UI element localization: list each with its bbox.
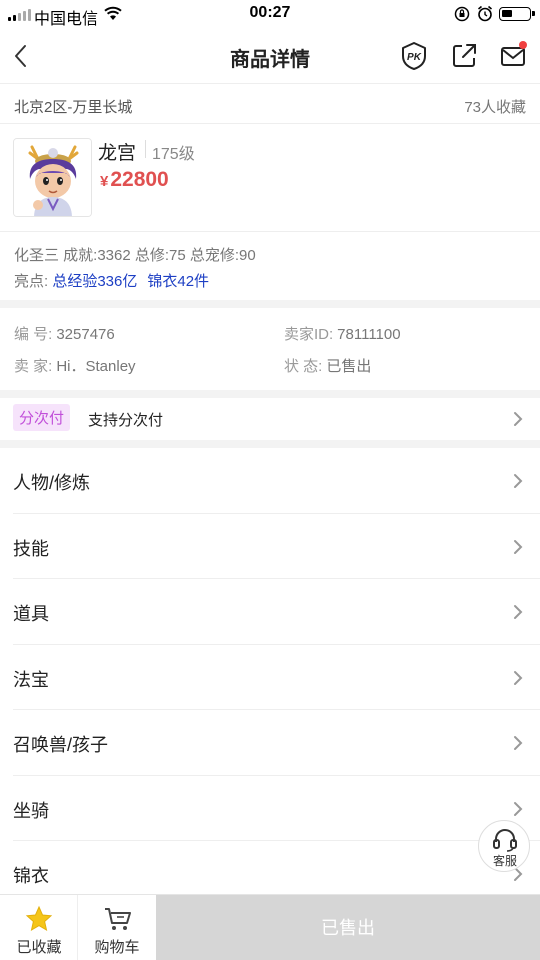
seller-id-value: 78111100 bbox=[337, 326, 401, 343]
status-label: 状 态: bbox=[284, 358, 323, 375]
bottom-action-bar: 已收藏 购物车 已售出 bbox=[0, 894, 540, 960]
chevron-right-icon bbox=[514, 670, 523, 685]
currency-symbol: ¥ bbox=[100, 173, 109, 190]
highlight-tag[interactable]: 总经验336亿 bbox=[52, 273, 137, 290]
sold-out-button[interactable]: 已售出 bbox=[156, 895, 540, 960]
section-divider bbox=[0, 300, 540, 308]
unread-dot bbox=[519, 41, 527, 49]
installment-row[interactable]: 分次付 支持分次付 bbox=[0, 398, 540, 440]
cart-label: 购物车 bbox=[94, 939, 140, 956]
menu-item-treasures[interactable]: 法宝 bbox=[13, 645, 540, 710]
section-divider bbox=[0, 390, 540, 398]
chevron-right-icon bbox=[514, 736, 523, 750]
chevron-right-icon bbox=[514, 412, 523, 426]
installment-badge: 分次付 bbox=[13, 404, 71, 431]
highlights: 亮点: 总经验336亿 锦衣42件 bbox=[14, 270, 219, 291]
rotation-lock-icon bbox=[454, 6, 470, 22]
highlights-label: 亮点: bbox=[14, 273, 49, 290]
favorite-count: 73人收藏 bbox=[464, 99, 526, 116]
customer-service-label: 客服 bbox=[492, 854, 517, 868]
menu-item-label: 坐骑 bbox=[13, 800, 49, 821]
status-value: 已售出 bbox=[326, 358, 372, 375]
seller: 卖 家: Hi．Stanley bbox=[14, 355, 136, 376]
chevron-right-icon bbox=[514, 605, 523, 619]
listing-info: 编 号: 3257476 卖家ID: 78111100 卖 家: Hi．Stanley… bbox=[0, 308, 540, 390]
favorite-button[interactable]: 已收藏 bbox=[0, 895, 78, 960]
installment-text: 支持分次付 bbox=[88, 412, 164, 429]
nav-bar: 商品详情 PK bbox=[0, 28, 540, 84]
chevron-right-icon bbox=[514, 539, 523, 554]
price-value: 22800 bbox=[110, 168, 169, 191]
menu-item-label: 技能 bbox=[13, 538, 49, 559]
character-level: 175级 bbox=[152, 146, 195, 163]
product-summary: 龙宫 175级 ¥22800 bbox=[0, 124, 540, 232]
star-icon bbox=[25, 905, 53, 932]
cart-button[interactable]: 购物车 bbox=[78, 895, 156, 960]
chevron-right-icon bbox=[514, 801, 523, 816]
highlight-tag[interactable]: 锦衣42件 bbox=[147, 273, 209, 290]
listing-id-label: 编 号: bbox=[14, 326, 53, 343]
seller-id: 卖家ID: 78111100 bbox=[284, 323, 401, 344]
section-divider bbox=[0, 440, 540, 448]
attribute-summary: 化圣三 成就:3362 总修:75 总宠修:90 bbox=[14, 247, 256, 264]
seller-name: Hi．Stanley bbox=[56, 358, 136, 375]
character-avatar[interactable] bbox=[13, 138, 92, 217]
seller-label: 卖 家: bbox=[14, 358, 53, 375]
headset-icon bbox=[493, 829, 517, 852]
menu-item-label: 召唤兽/孩子 bbox=[13, 735, 109, 755]
menu-item-label: 锦衣 bbox=[13, 866, 49, 886]
share-icon[interactable] bbox=[448, 40, 480, 72]
pk-icon[interactable]: PK bbox=[398, 40, 430, 72]
battery-icon bbox=[499, 7, 535, 21]
seller-id-label: 卖家ID: bbox=[284, 326, 334, 343]
chevron-right-icon bbox=[514, 474, 523, 488]
customer-service-button[interactable]: 客服 bbox=[478, 820, 530, 872]
menu-item-label: 人物/修炼 bbox=[13, 473, 91, 493]
divider bbox=[145, 140, 146, 158]
listing-id-value: 3257476 bbox=[56, 326, 115, 343]
server-info: 北京2区-万里长城 73人收藏 bbox=[0, 84, 540, 124]
menu-item-label: 法宝 bbox=[13, 669, 49, 690]
menu-item-character-training[interactable]: 人物/修炼 bbox=[13, 448, 540, 514]
listing-status: 状 态: 已售出 bbox=[284, 355, 371, 376]
svg-text:PK: PK bbox=[407, 52, 422, 63]
detail-menu: 人物/修炼 技能 道具 法宝 召唤兽/孩子 坐骑 锦衣 bbox=[0, 448, 540, 907]
menu-item-mounts[interactable]: 坐骑 bbox=[13, 776, 540, 841]
character-class: 龙宫 bbox=[98, 143, 137, 164]
menu-item-items[interactable]: 道具 bbox=[13, 579, 540, 645]
alarm-icon bbox=[477, 5, 493, 22]
status-bar: 中国电信 00:27 bbox=[0, 0, 540, 28]
character-portrait-image bbox=[14, 139, 91, 216]
menu-item-label: 道具 bbox=[13, 604, 49, 624]
price: ¥22800 bbox=[100, 168, 169, 192]
menu-item-skills[interactable]: 技能 bbox=[13, 514, 540, 579]
favorite-label: 已收藏 bbox=[16, 939, 62, 956]
listing-id: 编 号: 3257476 bbox=[14, 323, 115, 344]
server-name: 北京2区-万里长城 bbox=[14, 99, 133, 116]
character-attributes: 化圣三 成就:3362 总修:75 总宠修:90 亮点: 总经验336亿 锦衣42… bbox=[0, 232, 540, 300]
cart-icon bbox=[105, 908, 131, 930]
mail-button[interactable] bbox=[497, 40, 529, 72]
menu-item-summons-children[interactable]: 召唤兽/孩子 bbox=[13, 710, 540, 776]
